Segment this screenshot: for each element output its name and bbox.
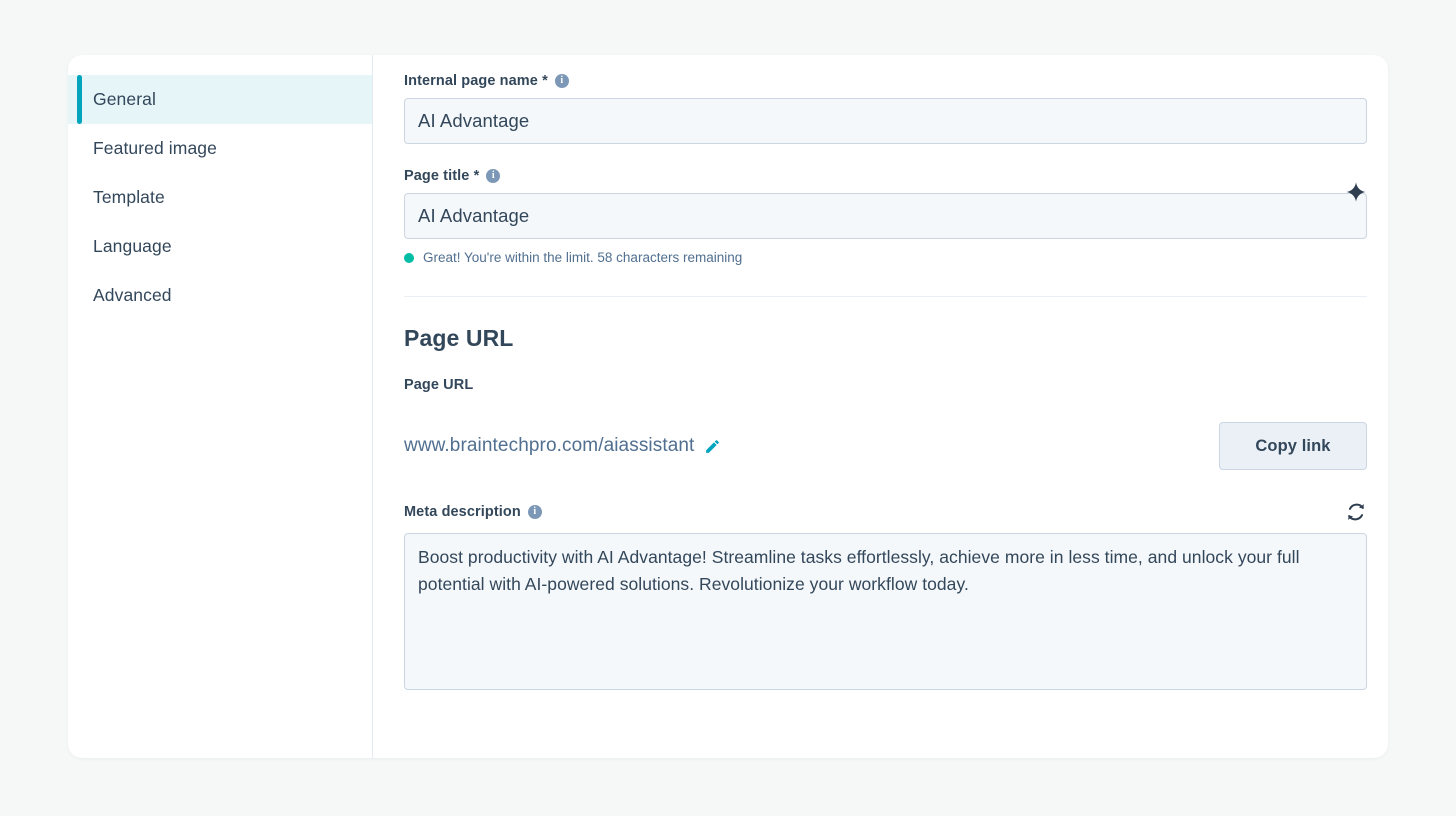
meta-description-label: Meta description i	[404, 504, 542, 520]
status-dot-icon	[404, 252, 414, 263]
page-title-helper-text: Great! You're within the limit. 58 chara…	[423, 250, 743, 265]
sidebar-item-label: Template	[93, 187, 165, 207]
settings-content: Internal page name * i Page title * i Gr…	[373, 55, 1388, 758]
page-url-heading: Page URL	[404, 325, 514, 351]
meta-description-label-text: Meta description	[404, 504, 521, 520]
page-url-label: Page URL	[404, 377, 1367, 393]
sidebar-item-label: Language	[93, 236, 172, 256]
page-title-helper: Great! You're within the limit. 58 chara…	[404, 250, 1367, 265]
internal-page-name-input[interactable]	[404, 98, 1367, 144]
page-title-label: Page title * i	[404, 168, 1367, 184]
refresh-icon[interactable]	[1345, 501, 1367, 523]
sidebar-item-general[interactable]: General	[68, 75, 372, 124]
sidebar-item-language[interactable]: Language	[68, 222, 372, 271]
internal-page-name-label: Internal page name * i	[404, 73, 1367, 89]
meta-description-textarea[interactable]	[404, 533, 1367, 690]
copy-link-button[interactable]: Copy link	[1219, 422, 1367, 470]
page-url-value[interactable]: www.braintechpro.com/aiassistant	[404, 435, 694, 457]
sidebar-item-featured-image[interactable]: Featured image	[68, 124, 372, 173]
sidebar-item-advanced[interactable]: Advanced	[68, 271, 372, 320]
sidebar-item-label: Featured image	[93, 138, 217, 158]
page-url-label-text: Page URL	[404, 377, 474, 393]
section-divider	[404, 296, 1367, 297]
meta-description-header: Meta description i	[404, 501, 1367, 523]
settings-sidebar: General Featured image Template Language…	[68, 55, 373, 758]
settings-card: General Featured image Template Language…	[68, 55, 1388, 758]
sidebar-item-label: Advanced	[93, 285, 172, 305]
info-icon[interactable]: i	[486, 169, 501, 183]
sidebar-item-label: General	[93, 89, 156, 109]
internal-page-name-label-text: Internal page name *	[404, 73, 548, 89]
pencil-icon[interactable]	[704, 438, 721, 455]
page-url-value-wrap: www.braintechpro.com/aiassistant	[404, 435, 721, 457]
sparkle-icon[interactable]	[1345, 181, 1367, 203]
info-icon[interactable]: i	[554, 74, 569, 88]
page-title-label-text: Page title *	[404, 168, 480, 184]
info-icon[interactable]: i	[527, 505, 542, 519]
page-title-input[interactable]	[404, 193, 1367, 239]
page-url-row: www.braintechpro.com/aiassistant Copy li…	[404, 422, 1367, 470]
sidebar-item-template[interactable]: Template	[68, 173, 372, 222]
